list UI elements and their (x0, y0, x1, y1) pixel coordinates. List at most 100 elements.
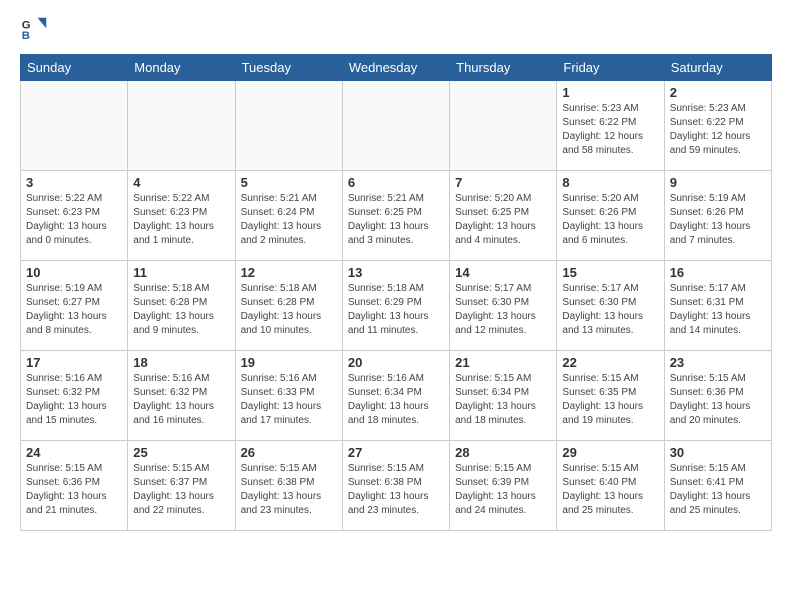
weekday-header-sunday: Sunday (21, 55, 128, 81)
day-number: 10 (26, 265, 122, 280)
calendar-cell: 16 Sunrise: 5:17 AM Sunset: 6:31 PM Dayli… (664, 261, 771, 351)
day-number: 29 (562, 445, 658, 460)
calendar-cell: 7 Sunrise: 5:20 AM Sunset: 6:25 PM Daylig… (450, 171, 557, 261)
day-info: Sunrise: 5:18 AM Sunset: 6:29 PM Dayligh… (348, 282, 444, 338)
calendar-cell: 27Sunrise: 5:15 AM Sunset: 6:38 PM Dayli… (342, 441, 449, 531)
weekday-header-saturday: Saturday (664, 55, 771, 81)
day-info: Sunrise: 5:19 AM Sunset: 6:27 PM Dayligh… (26, 282, 122, 338)
calendar-week-4: 24 Sunrise: 5:15 AM Sunset: 6:36 PM Dayli… (21, 441, 772, 531)
day-info: Sunrise: 5:18 AM Sunset: 6:28 PM Dayligh… (241, 282, 337, 338)
day-number: 14 (455, 265, 551, 280)
day-info: Sunrise: 5:16 AM Sunset: 6:34 PM Dayligh… (348, 372, 444, 428)
day-number: 2 (670, 85, 766, 100)
weekday-header-wednesday: Wednesday (342, 55, 449, 81)
calendar-cell: 23 Sunrise: 5:15 AM Sunset: 6:36 PM Dayli… (664, 351, 771, 441)
calendar-cell: 18Sunrise: 5:16 AM Sunset: 6:32 PM Dayli… (128, 351, 235, 441)
day-number: 19 (241, 355, 337, 370)
calendar-cell: 11Sunrise: 5:18 AM Sunset: 6:28 PM Dayli… (128, 261, 235, 351)
logo-icon: G B (20, 16, 48, 44)
calendar-cell: 28 Sunrise: 5:15 AM Sunset: 6:39 PM Dayli… (450, 441, 557, 531)
calendar-cell: 2 Sunrise: 5:23 AM Sunset: 6:22 PM Daylig… (664, 81, 771, 171)
calendar-cell: 4 Sunrise: 5:22 AM Sunset: 6:23 PM Daylig… (128, 171, 235, 261)
day-info: Sunrise: 5:20 AM Sunset: 6:26 PM Dayligh… (562, 192, 658, 248)
day-info: Sunrise: 5:23 AM Sunset: 6:22 PM Dayligh… (670, 102, 766, 158)
day-info: Sunrise: 5:15 AM Sunset: 6:39 PM Dayligh… (455, 462, 551, 518)
calendar-cell: 10 Sunrise: 5:19 AM Sunset: 6:27 PM Dayli… (21, 261, 128, 351)
day-number: 9 (670, 175, 766, 190)
day-info: Sunrise: 5:15 AM Sunset: 6:34 PM Dayligh… (455, 372, 551, 428)
weekday-header-monday: Monday (128, 55, 235, 81)
calendar-cell: 15 Sunrise: 5:17 AM Sunset: 6:30 PM Dayli… (557, 261, 664, 351)
day-info: Sunrise: 5:22 AM Sunset: 6:23 PM Dayligh… (26, 192, 122, 248)
day-info: Sunrise: 5:17 AM Sunset: 6:31 PM Dayligh… (670, 282, 766, 338)
day-info: Sunrise: 5:15 AM Sunset: 6:35 PM Dayligh… (562, 372, 658, 428)
day-info: Sunrise: 5:16 AM Sunset: 6:32 PM Dayligh… (133, 372, 229, 428)
day-info: Sunrise: 5:19 AM Sunset: 6:26 PM Dayligh… (670, 192, 766, 248)
day-info: Sunrise: 5:15 AM Sunset: 6:36 PM Dayligh… (26, 462, 122, 518)
calendar-cell: 3 Sunrise: 5:22 AM Sunset: 6:23 PM Daylig… (21, 171, 128, 261)
svg-text:B: B (22, 30, 30, 42)
calendar-cell: 26 Sunrise: 5:15 AM Sunset: 6:38 PM Dayli… (235, 441, 342, 531)
day-info: Sunrise: 5:16 AM Sunset: 6:32 PM Dayligh… (26, 372, 122, 428)
calendar-week-0: 1 Sunrise: 5:23 AM Sunset: 6:22 PM Daylig… (21, 81, 772, 171)
day-number: 5 (241, 175, 337, 190)
calendar-cell: 30Sunrise: 5:15 AM Sunset: 6:41 PM Dayli… (664, 441, 771, 531)
day-number: 7 (455, 175, 551, 190)
calendar-cell: 20Sunrise: 5:16 AM Sunset: 6:34 PM Dayli… (342, 351, 449, 441)
day-number: 15 (562, 265, 658, 280)
day-number: 8 (562, 175, 658, 190)
calendar-cell (128, 81, 235, 171)
calendar-cell: 9 Sunrise: 5:19 AM Sunset: 6:26 PM Daylig… (664, 171, 771, 261)
day-number: 3 (26, 175, 122, 190)
day-number: 28 (455, 445, 551, 460)
day-info: Sunrise: 5:20 AM Sunset: 6:25 PM Dayligh… (455, 192, 551, 248)
day-info: Sunrise: 5:17 AM Sunset: 6:30 PM Dayligh… (455, 282, 551, 338)
day-number: 26 (241, 445, 337, 460)
calendar-cell: 24 Sunrise: 5:15 AM Sunset: 6:36 PM Dayli… (21, 441, 128, 531)
day-number: 4 (133, 175, 229, 190)
day-number: 1 (562, 85, 658, 100)
day-info: Sunrise: 5:15 AM Sunset: 6:36 PM Dayligh… (670, 372, 766, 428)
day-number: 16 (670, 265, 766, 280)
calendar-week-2: 10 Sunrise: 5:19 AM Sunset: 6:27 PM Dayli… (21, 261, 772, 351)
day-info: Sunrise: 5:21 AM Sunset: 6:24 PM Dayligh… (241, 192, 337, 248)
weekday-header-thursday: Thursday (450, 55, 557, 81)
day-info: Sunrise: 5:17 AM Sunset: 6:30 PM Dayligh… (562, 282, 658, 338)
day-info: Sunrise: 5:16 AM Sunset: 6:33 PM Dayligh… (241, 372, 337, 428)
day-info: Sunrise: 5:15 AM Sunset: 6:38 PM Dayligh… (348, 462, 444, 518)
logo: G B (20, 16, 54, 44)
day-number: 12 (241, 265, 337, 280)
day-number: 17 (26, 355, 122, 370)
day-number: 30 (670, 445, 766, 460)
calendar-cell: 25 Sunrise: 5:15 AM Sunset: 6:37 PM Dayli… (128, 441, 235, 531)
day-number: 21 (455, 355, 551, 370)
weekday-header-row: SundayMondayTuesdayWednesdayThursdayFrid… (21, 55, 772, 81)
calendar-cell: 13 Sunrise: 5:18 AM Sunset: 6:29 PM Dayli… (342, 261, 449, 351)
day-info: Sunrise: 5:22 AM Sunset: 6:23 PM Dayligh… (133, 192, 229, 248)
calendar-cell: 14 Sunrise: 5:17 AM Sunset: 6:30 PM Dayli… (450, 261, 557, 351)
day-info: Sunrise: 5:23 AM Sunset: 6:22 PM Dayligh… (562, 102, 658, 158)
day-number: 23 (670, 355, 766, 370)
calendar-cell (450, 81, 557, 171)
calendar-body: 1 Sunrise: 5:23 AM Sunset: 6:22 PM Daylig… (21, 81, 772, 531)
calendar-cell (342, 81, 449, 171)
calendar-cell: 19 Sunrise: 5:16 AM Sunset: 6:33 PM Dayli… (235, 351, 342, 441)
calendar-cell: 21 Sunrise: 5:15 AM Sunset: 6:34 PM Dayli… (450, 351, 557, 441)
day-info: Sunrise: 5:15 AM Sunset: 6:38 PM Dayligh… (241, 462, 337, 518)
calendar-table: SundayMondayTuesdayWednesdayThursdayFrid… (20, 54, 772, 531)
day-info: Sunrise: 5:15 AM Sunset: 6:37 PM Dayligh… (133, 462, 229, 518)
day-info: Sunrise: 5:21 AM Sunset: 6:25 PM Dayligh… (348, 192, 444, 248)
day-number: 6 (348, 175, 444, 190)
calendar-week-1: 3 Sunrise: 5:22 AM Sunset: 6:23 PM Daylig… (21, 171, 772, 261)
weekday-header-tuesday: Tuesday (235, 55, 342, 81)
day-number: 11 (133, 265, 229, 280)
day-number: 13 (348, 265, 444, 280)
page-header: G B (20, 16, 772, 44)
calendar-cell: 29Sunrise: 5:15 AM Sunset: 6:40 PM Dayli… (557, 441, 664, 531)
day-number: 22 (562, 355, 658, 370)
day-number: 24 (26, 445, 122, 460)
weekday-header-friday: Friday (557, 55, 664, 81)
day-number: 25 (133, 445, 229, 460)
calendar-cell: 17 Sunrise: 5:16 AM Sunset: 6:32 PM Dayli… (21, 351, 128, 441)
calendar-cell (235, 81, 342, 171)
